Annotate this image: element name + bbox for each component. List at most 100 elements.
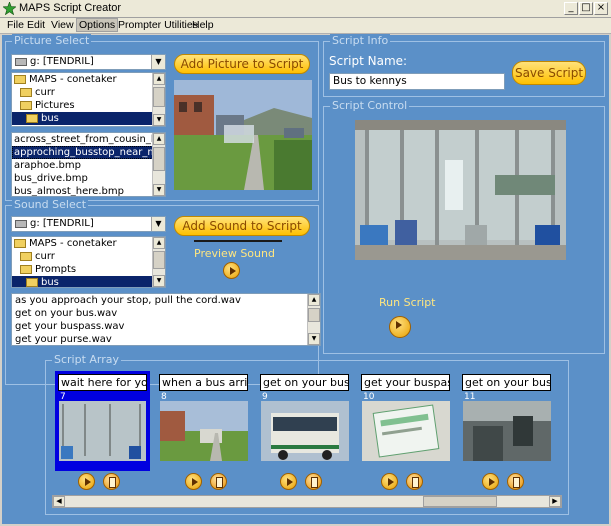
menu-file[interactable]: File: [5, 19, 26, 31]
save-script-button[interactable]: Save Script: [512, 61, 586, 85]
card-thumbnail: [261, 401, 349, 461]
card-thumbnail: [160, 401, 248, 461]
card-text[interactable]: wait here for you: [58, 374, 147, 391]
menu-options[interactable]: Options: [76, 18, 119, 32]
scroll-down-icon[interactable]: ▼: [308, 333, 320, 345]
script-card-selected[interactable]: wait here for you 7: [55, 371, 150, 471]
app-star-icon: [3, 2, 16, 15]
file-item[interactable]: across_street_from_cousin_house.bmp: [12, 133, 165, 146]
close-button[interactable]: ×: [594, 2, 608, 15]
card-trash-icon[interactable]: [507, 473, 524, 490]
script-name-label: Script Name:: [329, 54, 408, 68]
add-picture-button[interactable]: Add Picture to Script: [174, 54, 310, 74]
scroll-right-icon[interactable]: ▶: [549, 496, 561, 507]
menu-bar: File Edit View Options Prompter Utilitie…: [0, 18, 611, 34]
menu-edit[interactable]: Edit: [25, 19, 47, 31]
card-trash-icon[interactable]: [103, 473, 120, 490]
card-play-icon[interactable]: [381, 473, 398, 490]
run-script-label: Run Script: [379, 296, 436, 309]
menu-prompter-utilities[interactable]: Prompter Utilities: [116, 19, 200, 31]
scroll-down-icon[interactable]: ▼: [153, 275, 165, 287]
picture-drive-select[interactable]: g: [TENDRIL] ▼: [11, 54, 166, 70]
folder-item-selected[interactable]: bus: [12, 276, 165, 287]
menu-help[interactable]: Help: [190, 19, 216, 31]
script-control-group: Script Control Run Script: [323, 99, 605, 354]
scroll-down-icon[interactable]: ▼: [153, 184, 165, 196]
folder-icon: [14, 238, 26, 248]
scroll-up-icon[interactable]: ▲: [153, 237, 165, 249]
chevron-down-icon[interactable]: ▼: [151, 55, 165, 69]
folder-item-selected[interactable]: bus: [12, 112, 165, 125]
sound-file-item[interactable]: as you approach your stop, pull the cord…: [12, 294, 320, 307]
sound-folder-list[interactable]: MAPS - conetaker curr Prompts bus ▲ ▼: [11, 236, 166, 288]
sound-drive-select[interactable]: g: [TENDRIL] ▼: [11, 216, 166, 232]
card-play-icon[interactable]: [280, 473, 297, 490]
scroll-up-icon[interactable]: ▲: [153, 73, 165, 85]
picture-preview-image: [174, 80, 312, 190]
scroll-thumb[interactable]: [153, 147, 165, 171]
preview-play-icon[interactable]: [223, 262, 240, 279]
scroll-up-icon[interactable]: ▲: [153, 133, 165, 145]
card-text[interactable]: get on your bus.w: [462, 374, 551, 391]
scroll-thumb[interactable]: [308, 308, 320, 322]
folder-icon: [14, 74, 26, 84]
file-item-selected[interactable]: approching_busstop_near_my_house.bmp: [12, 146, 165, 159]
folder-item[interactable]: curr: [12, 86, 165, 99]
card-thumbnail: [362, 401, 450, 461]
card-trash-icon[interactable]: [406, 473, 423, 490]
file-item[interactable]: araphoe.bmp: [12, 159, 165, 172]
script-card[interactable]: get on your bus.w 9: [260, 374, 351, 466]
script-control-label: Script Control: [330, 99, 410, 112]
drive-icon: [15, 58, 27, 66]
scroll-down-icon[interactable]: ▼: [153, 114, 165, 126]
add-sound-button[interactable]: Add Sound to Script: [174, 216, 310, 236]
folder-icon: [20, 87, 32, 97]
sound-file-item[interactable]: get your buspass.wav: [12, 320, 320, 333]
divider: [194, 240, 282, 242]
card-text[interactable]: get your buspass: [361, 374, 450, 391]
folder-item[interactable]: Prompts: [12, 263, 165, 276]
scroll-up-icon[interactable]: ▲: [308, 294, 320, 306]
scroll-thumb[interactable]: [153, 87, 165, 107]
chevron-down-icon[interactable]: ▼: [151, 217, 165, 231]
file-item[interactable]: bus_almost_here.bmp: [12, 185, 165, 196]
folder-item[interactable]: MAPS - conetaker: [12, 237, 165, 250]
script-info-group: Script Info Script Name: Bus to kennys S…: [323, 34, 605, 97]
script-card[interactable]: get your buspass 10: [361, 374, 452, 466]
scroll-left-icon[interactable]: ◀: [53, 496, 65, 507]
sound-file-scrollbar[interactable]: ▲ ▼: [307, 294, 320, 345]
run-script-play-icon[interactable]: [389, 316, 411, 338]
sound-file-item[interactable]: get on your bus.wav: [12, 307, 320, 320]
folder-list-scrollbar[interactable]: ▲ ▼: [152, 73, 165, 126]
picture-folder-list[interactable]: MAPS - conetaker curr Pictures bus ▲ ▼: [11, 72, 166, 127]
card-play-icon[interactable]: [185, 473, 202, 490]
folder-item[interactable]: MAPS - conetaker: [12, 73, 165, 86]
file-item[interactable]: bus_drive.bmp: [12, 172, 165, 185]
script-card[interactable]: when a bus arrive 8: [159, 374, 250, 466]
scroll-thumb[interactable]: [423, 496, 497, 507]
folder-icon: [20, 251, 32, 261]
picture-file-list[interactable]: across_street_from_cousin_house.bmp appr…: [11, 132, 166, 197]
minimize-button[interactable]: _: [564, 2, 578, 15]
card-text[interactable]: get on your bus.w: [260, 374, 349, 391]
sound-file-list[interactable]: as you approach your stop, pull the cord…: [11, 293, 321, 346]
card-play-icon[interactable]: [482, 473, 499, 490]
maximize-button[interactable]: □: [579, 2, 593, 15]
sound-file-item[interactable]: get your purse.wav: [12, 333, 320, 345]
script-array-scrollbar[interactable]: ◀ ▶: [52, 495, 562, 508]
script-name-input[interactable]: Bus to kennys: [329, 73, 505, 90]
menu-view[interactable]: View: [49, 19, 76, 31]
card-text[interactable]: when a bus arrive: [159, 374, 248, 391]
scroll-thumb[interactable]: [153, 251, 165, 269]
card-thumbnail: [59, 401, 146, 461]
folder-item[interactable]: Pictures: [12, 99, 165, 112]
sound-folder-scrollbar[interactable]: ▲ ▼: [152, 237, 165, 287]
picture-select-group: Picture Select g: [TENDRIL] ▼ MAPS - con…: [5, 34, 319, 201]
script-card[interactable]: get on your bus.w 11: [462, 374, 553, 466]
picture-drive-value: g: [TENDRIL]: [30, 56, 94, 67]
card-play-icon[interactable]: [78, 473, 95, 490]
card-trash-icon[interactable]: [305, 473, 322, 490]
file-list-scrollbar[interactable]: ▲ ▼: [152, 133, 165, 196]
card-trash-icon[interactable]: [210, 473, 227, 490]
folder-item[interactable]: curr: [12, 250, 165, 263]
